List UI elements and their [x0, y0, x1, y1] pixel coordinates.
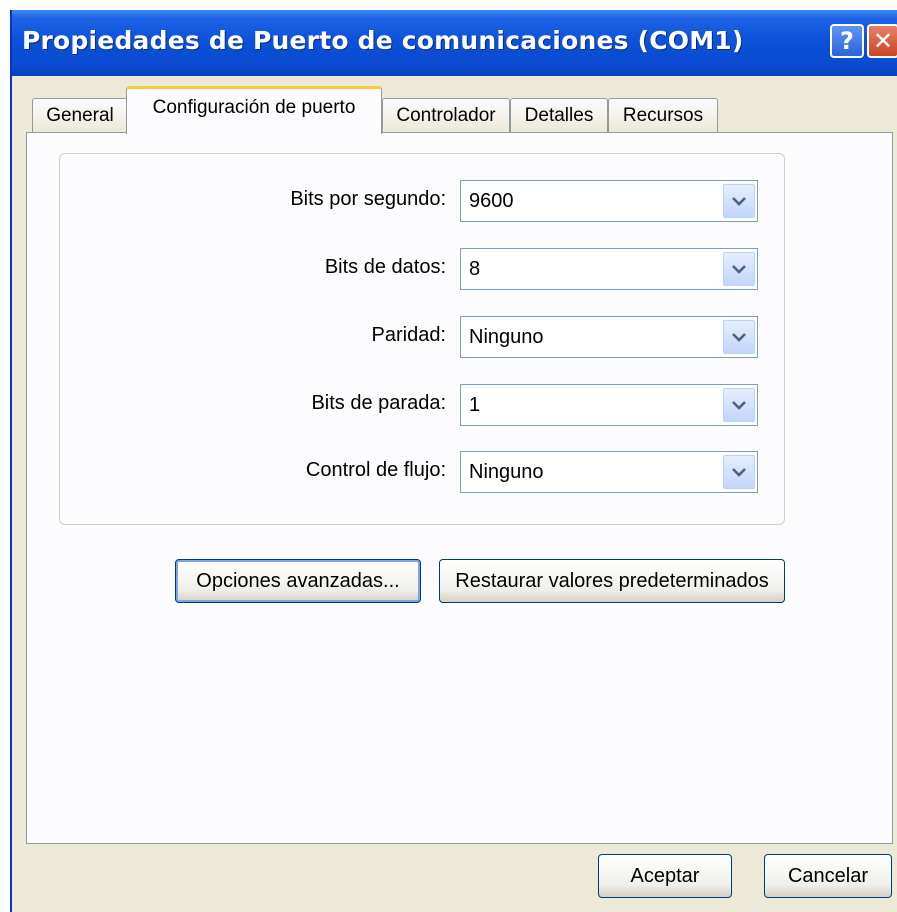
tab-panel: Bits por segundo: 9600 Bits de datos: 8 [26, 132, 893, 844]
select-value: 1 [469, 394, 481, 416]
setting-row-bits-per-second: Bits por segundo: 9600 [60, 180, 784, 222]
title-bar[interactable]: Propiedades de Puerto de comunicaciones … [12, 10, 897, 76]
cancel-button[interactable]: Cancelar [764, 854, 892, 898]
port-settings-group: Bits por segundo: 9600 Bits de datos: 8 [59, 153, 785, 525]
setting-row-parity: Paridad: Ninguno [60, 316, 784, 358]
select-value: Ninguno [469, 461, 544, 483]
flow-control-select[interactable]: Ninguno [460, 451, 758, 493]
tab-port-settings[interactable]: Configuración de puerto [126, 86, 382, 134]
setting-row-stop-bits: Bits de parada: 1 [60, 384, 784, 426]
ok-button[interactable]: Aceptar [598, 854, 732, 898]
chevron-down-icon[interactable] [723, 252, 755, 286]
restore-defaults-button[interactable]: Restaurar valores predeterminados [439, 559, 785, 603]
chevron-down-icon[interactable] [723, 388, 755, 422]
select-value: Ninguno [469, 326, 544, 348]
data-bits-select[interactable]: 8 [460, 248, 758, 290]
setting-row-flow-control: Control de flujo: Ninguno [60, 451, 784, 493]
setting-label: Bits de datos: [324, 256, 446, 278]
setting-label: Bits de parada: [311, 392, 446, 414]
tab-strip: General Configuración de puerto Controla… [12, 86, 897, 136]
bits-per-second-select[interactable]: 9600 [460, 180, 758, 222]
setting-row-data-bits: Bits de datos: 8 [60, 248, 784, 290]
tab-driver[interactable]: Controlador [382, 98, 510, 132]
window-title: Propiedades de Puerto de comunicaciones … [22, 26, 744, 55]
tab-general[interactable]: General [32, 98, 128, 132]
chevron-down-icon[interactable] [723, 184, 755, 218]
dialog-window: Propiedades de Puerto de comunicaciones … [10, 10, 897, 912]
chevron-down-icon[interactable] [723, 455, 755, 489]
setting-label: Control de flujo: [305, 459, 446, 481]
stop-bits-select[interactable]: 1 [460, 384, 758, 426]
parity-select[interactable]: Ninguno [460, 316, 758, 358]
select-value: 8 [469, 258, 481, 280]
advanced-options-button[interactable]: Opciones avanzadas... [175, 559, 421, 603]
help-icon[interactable]: ? [830, 24, 864, 58]
setting-label: Paridad: [371, 324, 447, 346]
tab-details[interactable]: Detalles [510, 98, 608, 132]
close-icon[interactable]: ✕ [867, 24, 897, 58]
tab-resources[interactable]: Recursos [608, 98, 718, 132]
setting-label: Bits por segundo: [290, 188, 446, 210]
select-value: 9600 [469, 190, 514, 212]
chevron-down-icon[interactable] [723, 320, 755, 354]
